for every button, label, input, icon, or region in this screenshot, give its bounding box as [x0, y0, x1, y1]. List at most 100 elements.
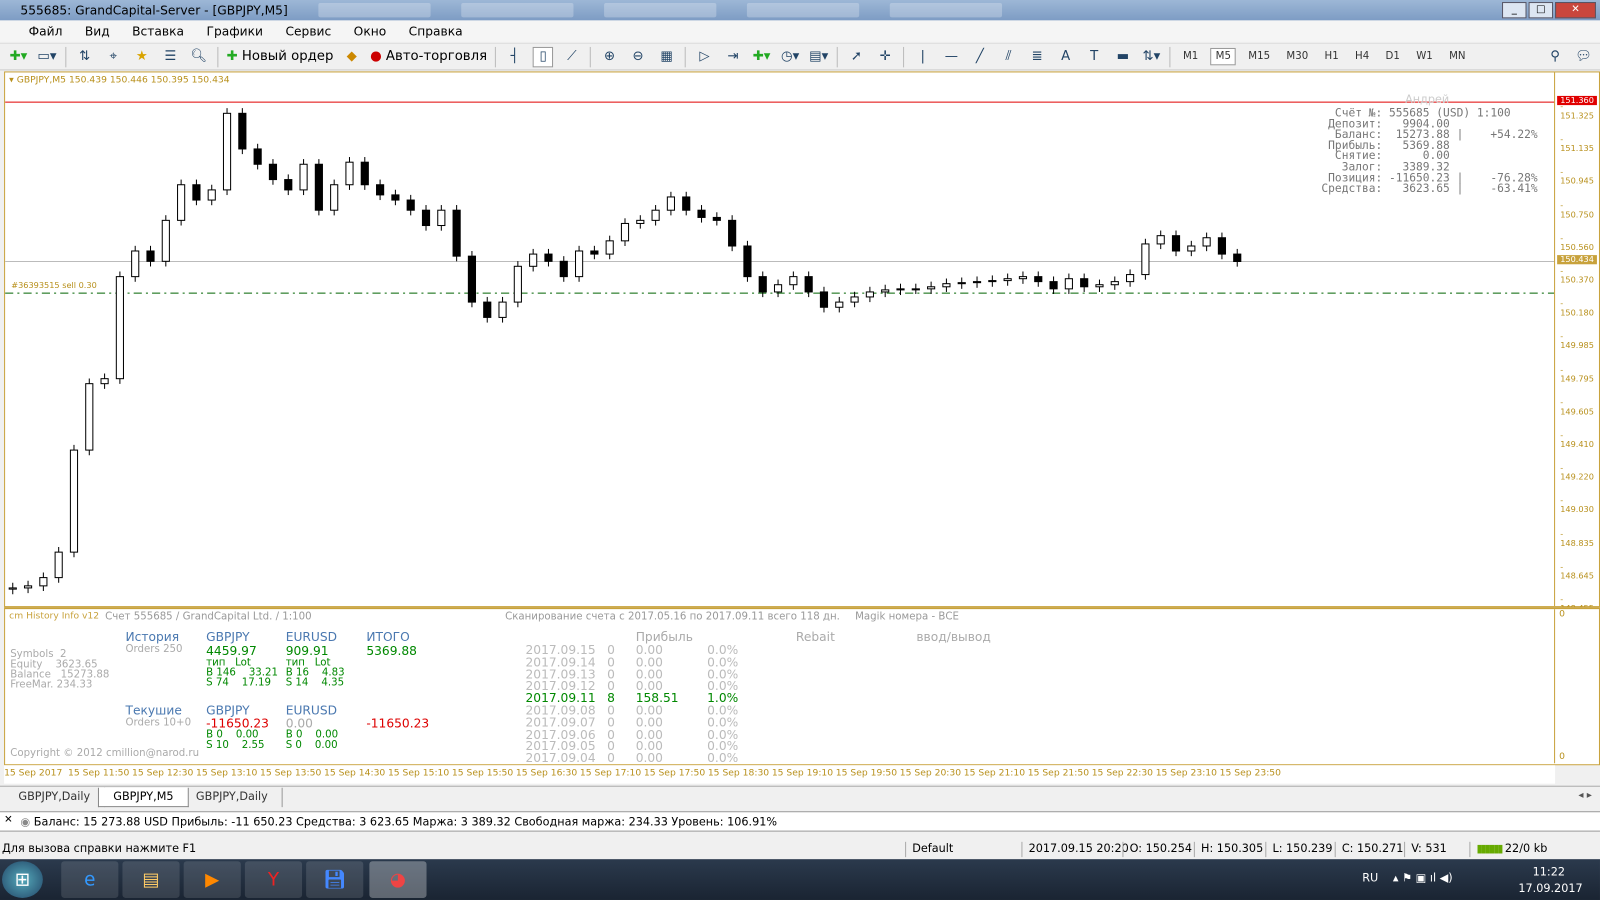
menu-view[interactable]: Вид — [85, 24, 110, 38]
maximize-button[interactable]: □ — [1528, 2, 1554, 19]
timeframe-m30[interactable]: M30 — [1282, 49, 1312, 64]
candle — [682, 191, 691, 216]
timeframe-mn[interactable]: MN — [1445, 49, 1470, 64]
yandex-browser-icon[interactable]: Y — [244, 861, 303, 898]
price-chart[interactable]: ▾ GBPJPY,M5 150.439 150.446 150.395 150.… — [4, 71, 1600, 613]
menu-charts[interactable]: Графики — [206, 24, 263, 38]
zoom-in-icon[interactable]: ⊕ — [599, 46, 619, 66]
account-row: Средства: 3623.65 | -63.41% — [1321, 181, 1538, 196]
current-label: Текушие — [125, 703, 182, 718]
close-button[interactable]: ✕ — [1555, 2, 1596, 19]
candle — [1064, 273, 1073, 295]
trendline-icon[interactable]: ╱ — [970, 46, 990, 66]
timeframe-w1[interactable]: W1 — [1412, 49, 1437, 64]
rectangle-icon[interactable]: ▬ — [1113, 46, 1133, 66]
arrows-icon[interactable]: ⇅▾ — [1141, 46, 1161, 66]
tile-windows-icon[interactable]: ▦ — [656, 46, 676, 66]
explorer-icon[interactable]: ▤ — [122, 861, 180, 898]
periods-icon[interactable]: ◷▾ — [780, 46, 800, 66]
clock[interactable]: 11:22 — [1533, 865, 1565, 878]
account-info: Счёт №: 555685 (USD) 1:100 Депозит: 9904… — [1321, 107, 1538, 196]
tab-scroll-arrows[interactable]: ◂ ▸ — [1578, 790, 1591, 801]
bar-chart-icon[interactable]: ┤ — [504, 46, 524, 66]
line-chart-icon[interactable]: ⟋ — [562, 46, 582, 66]
timeframe-m15[interactable]: M15 — [1244, 49, 1274, 64]
language-indicator[interactable]: RU — [1362, 871, 1378, 884]
candle — [590, 245, 599, 260]
search-icon[interactable]: ⚲ — [1545, 46, 1565, 66]
timeframe-d1[interactable]: D1 — [1381, 49, 1404, 64]
ie-icon[interactable]: e — [61, 861, 119, 898]
current-eurusd: EURUSD — [285, 703, 338, 718]
media-player-icon[interactable]: ▶ — [183, 861, 241, 898]
menu-tools[interactable]: Сервис — [285, 24, 331, 38]
save-app-icon[interactable]: 💾︎ — [306, 861, 364, 898]
candle — [712, 212, 721, 226]
tab-gbpjpy-m5[interactable]: GBPJPY,M5 — [97, 787, 189, 808]
close-terminal-icon[interactable]: ✕ — [4, 814, 13, 825]
candle — [881, 284, 890, 298]
history-info-panel: cm History Info v12 Счет 555685 / GrandC… — [4, 607, 1600, 766]
timeframe-m1[interactable]: M1 — [1179, 49, 1202, 64]
candle — [299, 159, 308, 196]
chart-shift-icon[interactable]: ⇥ — [723, 46, 743, 66]
metaeditor-icon[interactable]: ◆ — [342, 46, 362, 66]
autoscroll-icon[interactable]: ▷ — [694, 46, 714, 66]
chat-icon[interactable]: 💬︎ — [1573, 46, 1593, 66]
new-chart-icon[interactable]: ✚▾ — [8, 46, 28, 66]
menu-insert[interactable]: Вставка — [132, 24, 184, 38]
candle — [773, 279, 783, 298]
horizontal-line-icon[interactable]: — — [941, 46, 961, 66]
start-button[interactable]: ⊞ — [2, 861, 43, 898]
channel-icon[interactable]: ⫽ — [998, 46, 1018, 66]
cursor-icon[interactable]: ➚ — [846, 46, 866, 66]
menu-file[interactable]: Файл — [29, 24, 63, 38]
tab-gbpjpy-daily-2[interactable]: GBPJPY,Daily — [182, 787, 284, 808]
traffic: 22/0 kb — [1504, 841, 1548, 856]
zoom-out-icon[interactable]: ⊖ — [628, 46, 648, 66]
auto-trading-button[interactable]: ● Авто-торговля — [370, 46, 487, 66]
vertical-line-icon[interactable]: | — [913, 46, 933, 66]
indicator-axis-top: 0 — [1559, 609, 1566, 620]
history-gbpjpy: GBPJPY — [206, 629, 250, 644]
crosshair-icon[interactable]: ✛ — [875, 46, 895, 66]
new-order-button[interactable]: ✚ Новый ордер — [227, 46, 334, 66]
metatrader-icon[interactable]: ◕ — [369, 861, 427, 898]
timeframe-m5[interactable]: M5 — [1210, 47, 1237, 66]
time-tick: 15 Sep 2017 — [4, 768, 63, 779]
candle — [1049, 276, 1058, 295]
menu-help[interactable]: Справка — [409, 24, 463, 38]
candle — [835, 296, 844, 313]
date[interactable]: 17.09.2017 — [1518, 882, 1582, 895]
timeframe-h4[interactable]: H4 — [1351, 49, 1373, 64]
candle — [115, 271, 124, 384]
minimize-button[interactable]: _ — [1502, 2, 1527, 19]
text-label-icon[interactable]: T — [1084, 46, 1104, 66]
indicators-icon[interactable]: ✚▾ — [751, 46, 771, 66]
candle — [100, 373, 109, 389]
profiles-icon[interactable]: ▭▾ — [37, 46, 57, 66]
templates-icon[interactable]: ▤▾ — [809, 46, 829, 66]
candle — [1156, 230, 1165, 250]
candle — [789, 271, 798, 290]
candle — [1018, 271, 1028, 284]
navigator-icon[interactable]: ★ — [132, 46, 152, 66]
profile-name[interactable]: Default — [905, 841, 1021, 858]
tray-icons[interactable]: ▴ ⚑ ▣ ıl ◀) — [1393, 871, 1453, 884]
data-window-icon[interactable]: ⌖ — [103, 46, 123, 66]
terminal-icon[interactable]: ☰ — [160, 46, 180, 66]
strategy-tester-icon[interactable]: 🔍︎ — [189, 46, 209, 66]
price-tick: - 150.750 — [1560, 200, 1594, 219]
candle — [697, 205, 706, 223]
menu-window[interactable]: Окно — [354, 24, 387, 38]
candle — [238, 108, 247, 155]
candle — [1141, 238, 1150, 280]
market-watch-icon[interactable]: ⇅ — [74, 46, 94, 66]
timeframe-h1[interactable]: H1 — [1320, 49, 1342, 64]
candlestick-icon[interactable]: ▯ — [532, 46, 554, 67]
history-gbpjpy-value: 4459.97 — [206, 643, 257, 659]
tab-gbpjpy-daily[interactable]: GBPJPY,Daily — [4, 787, 106, 808]
text-icon[interactable]: A — [1055, 46, 1075, 66]
fibonacci-icon[interactable]: ≣ — [1027, 46, 1047, 66]
bar-close: C: 150.271 — [1334, 841, 1403, 858]
